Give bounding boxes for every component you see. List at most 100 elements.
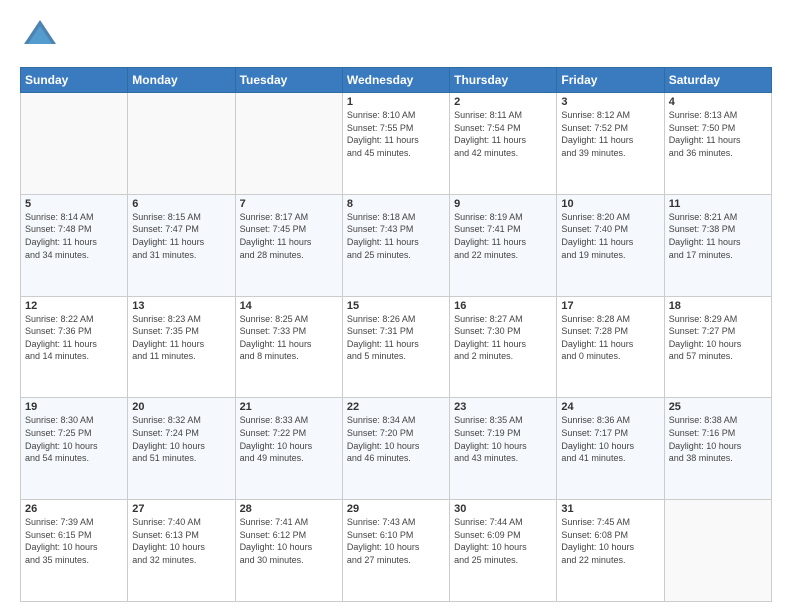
calendar-day-header: Sunday bbox=[21, 68, 128, 93]
day-number: 17 bbox=[561, 300, 659, 312]
day-number: 10 bbox=[561, 198, 659, 210]
day-number: 1 bbox=[347, 96, 445, 108]
calendar-cell: 31Sunrise: 7:45 AM Sunset: 6:08 PM Dayli… bbox=[557, 500, 664, 602]
calendar-cell: 20Sunrise: 8:32 AM Sunset: 7:24 PM Dayli… bbox=[128, 398, 235, 500]
day-info: Sunrise: 8:25 AM Sunset: 7:33 PM Dayligh… bbox=[240, 313, 338, 363]
calendar-cell: 9Sunrise: 8:19 AM Sunset: 7:41 PM Daylig… bbox=[450, 194, 557, 296]
day-number: 5 bbox=[25, 198, 123, 210]
calendar-cell: 16Sunrise: 8:27 AM Sunset: 7:30 PM Dayli… bbox=[450, 296, 557, 398]
calendar-cell: 5Sunrise: 8:14 AM Sunset: 7:48 PM Daylig… bbox=[21, 194, 128, 296]
day-info: Sunrise: 8:38 AM Sunset: 7:16 PM Dayligh… bbox=[669, 414, 767, 464]
calendar-cell: 6Sunrise: 8:15 AM Sunset: 7:47 PM Daylig… bbox=[128, 194, 235, 296]
day-number: 13 bbox=[132, 300, 230, 312]
page: SundayMondayTuesdayWednesdayThursdayFrid… bbox=[0, 0, 792, 612]
day-info: Sunrise: 7:39 AM Sunset: 6:15 PM Dayligh… bbox=[25, 516, 123, 566]
calendar-cell: 1Sunrise: 8:10 AM Sunset: 7:55 PM Daylig… bbox=[342, 93, 449, 195]
day-number: 27 bbox=[132, 503, 230, 515]
day-number: 22 bbox=[347, 401, 445, 413]
day-number: 18 bbox=[669, 300, 767, 312]
day-info: Sunrise: 8:33 AM Sunset: 7:22 PM Dayligh… bbox=[240, 414, 338, 464]
calendar-cell: 17Sunrise: 8:28 AM Sunset: 7:28 PM Dayli… bbox=[557, 296, 664, 398]
logo-icon bbox=[22, 16, 58, 57]
calendar-day-header: Thursday bbox=[450, 68, 557, 93]
day-number: 9 bbox=[454, 198, 552, 210]
day-info: Sunrise: 8:14 AM Sunset: 7:48 PM Dayligh… bbox=[25, 211, 123, 261]
day-info: Sunrise: 7:41 AM Sunset: 6:12 PM Dayligh… bbox=[240, 516, 338, 566]
calendar-day-header: Tuesday bbox=[235, 68, 342, 93]
calendar-cell: 4Sunrise: 8:13 AM Sunset: 7:50 PM Daylig… bbox=[664, 93, 771, 195]
calendar-cell: 28Sunrise: 7:41 AM Sunset: 6:12 PM Dayli… bbox=[235, 500, 342, 602]
calendar-week-row: 1Sunrise: 8:10 AM Sunset: 7:55 PM Daylig… bbox=[21, 93, 772, 195]
day-info: Sunrise: 8:12 AM Sunset: 7:52 PM Dayligh… bbox=[561, 109, 659, 159]
day-info: Sunrise: 8:34 AM Sunset: 7:20 PM Dayligh… bbox=[347, 414, 445, 464]
day-number: 7 bbox=[240, 198, 338, 210]
calendar-cell: 22Sunrise: 8:34 AM Sunset: 7:20 PM Dayli… bbox=[342, 398, 449, 500]
calendar-cell: 29Sunrise: 7:43 AM Sunset: 6:10 PM Dayli… bbox=[342, 500, 449, 602]
day-number: 6 bbox=[132, 198, 230, 210]
calendar-cell bbox=[21, 93, 128, 195]
day-info: Sunrise: 8:23 AM Sunset: 7:35 PM Dayligh… bbox=[132, 313, 230, 363]
calendar-cell: 8Sunrise: 8:18 AM Sunset: 7:43 PM Daylig… bbox=[342, 194, 449, 296]
calendar-cell: 11Sunrise: 8:21 AM Sunset: 7:38 PM Dayli… bbox=[664, 194, 771, 296]
day-number: 11 bbox=[669, 198, 767, 210]
calendar-cell: 27Sunrise: 7:40 AM Sunset: 6:13 PM Dayli… bbox=[128, 500, 235, 602]
calendar-day-header: Saturday bbox=[664, 68, 771, 93]
day-info: Sunrise: 8:18 AM Sunset: 7:43 PM Dayligh… bbox=[347, 211, 445, 261]
day-number: 21 bbox=[240, 401, 338, 413]
calendar-cell: 14Sunrise: 8:25 AM Sunset: 7:33 PM Dayli… bbox=[235, 296, 342, 398]
day-number: 19 bbox=[25, 401, 123, 413]
day-number: 26 bbox=[25, 503, 123, 515]
calendar-cell: 26Sunrise: 7:39 AM Sunset: 6:15 PM Dayli… bbox=[21, 500, 128, 602]
day-info: Sunrise: 7:44 AM Sunset: 6:09 PM Dayligh… bbox=[454, 516, 552, 566]
day-number: 2 bbox=[454, 96, 552, 108]
calendar-cell: 12Sunrise: 8:22 AM Sunset: 7:36 PM Dayli… bbox=[21, 296, 128, 398]
calendar-day-header: Friday bbox=[557, 68, 664, 93]
day-info: Sunrise: 8:35 AM Sunset: 7:19 PM Dayligh… bbox=[454, 414, 552, 464]
day-info: Sunrise: 8:19 AM Sunset: 7:41 PM Dayligh… bbox=[454, 211, 552, 261]
day-info: Sunrise: 8:30 AM Sunset: 7:25 PM Dayligh… bbox=[25, 414, 123, 464]
calendar-cell: 18Sunrise: 8:29 AM Sunset: 7:27 PM Dayli… bbox=[664, 296, 771, 398]
calendar-cell: 7Sunrise: 8:17 AM Sunset: 7:45 PM Daylig… bbox=[235, 194, 342, 296]
day-number: 24 bbox=[561, 401, 659, 413]
day-info: Sunrise: 8:11 AM Sunset: 7:54 PM Dayligh… bbox=[454, 109, 552, 159]
day-number: 12 bbox=[25, 300, 123, 312]
day-info: Sunrise: 8:26 AM Sunset: 7:31 PM Dayligh… bbox=[347, 313, 445, 363]
day-info: Sunrise: 8:32 AM Sunset: 7:24 PM Dayligh… bbox=[132, 414, 230, 464]
calendar-cell: 2Sunrise: 8:11 AM Sunset: 7:54 PM Daylig… bbox=[450, 93, 557, 195]
calendar-cell bbox=[235, 93, 342, 195]
day-info: Sunrise: 8:10 AM Sunset: 7:55 PM Dayligh… bbox=[347, 109, 445, 159]
calendar-cell: 19Sunrise: 8:30 AM Sunset: 7:25 PM Dayli… bbox=[21, 398, 128, 500]
day-number: 29 bbox=[347, 503, 445, 515]
day-info: Sunrise: 8:20 AM Sunset: 7:40 PM Dayligh… bbox=[561, 211, 659, 261]
day-info: Sunrise: 7:43 AM Sunset: 6:10 PM Dayligh… bbox=[347, 516, 445, 566]
day-info: Sunrise: 8:22 AM Sunset: 7:36 PM Dayligh… bbox=[25, 313, 123, 363]
day-info: Sunrise: 7:45 AM Sunset: 6:08 PM Dayligh… bbox=[561, 516, 659, 566]
day-info: Sunrise: 8:36 AM Sunset: 7:17 PM Dayligh… bbox=[561, 414, 659, 464]
calendar-cell: 13Sunrise: 8:23 AM Sunset: 7:35 PM Dayli… bbox=[128, 296, 235, 398]
day-number: 8 bbox=[347, 198, 445, 210]
logo bbox=[20, 16, 64, 57]
day-number: 4 bbox=[669, 96, 767, 108]
calendar-day-header: Wednesday bbox=[342, 68, 449, 93]
calendar-cell: 30Sunrise: 7:44 AM Sunset: 6:09 PM Dayli… bbox=[450, 500, 557, 602]
day-number: 30 bbox=[454, 503, 552, 515]
calendar-cell bbox=[664, 500, 771, 602]
calendar-cell: 21Sunrise: 8:33 AM Sunset: 7:22 PM Dayli… bbox=[235, 398, 342, 500]
day-number: 23 bbox=[454, 401, 552, 413]
calendar-week-row: 26Sunrise: 7:39 AM Sunset: 6:15 PM Dayli… bbox=[21, 500, 772, 602]
day-info: Sunrise: 8:27 AM Sunset: 7:30 PM Dayligh… bbox=[454, 313, 552, 363]
calendar-week-row: 19Sunrise: 8:30 AM Sunset: 7:25 PM Dayli… bbox=[21, 398, 772, 500]
day-number: 3 bbox=[561, 96, 659, 108]
day-info: Sunrise: 8:21 AM Sunset: 7:38 PM Dayligh… bbox=[669, 211, 767, 261]
calendar-cell: 3Sunrise: 8:12 AM Sunset: 7:52 PM Daylig… bbox=[557, 93, 664, 195]
day-number: 14 bbox=[240, 300, 338, 312]
day-info: Sunrise: 8:17 AM Sunset: 7:45 PM Dayligh… bbox=[240, 211, 338, 261]
day-info: Sunrise: 8:28 AM Sunset: 7:28 PM Dayligh… bbox=[561, 313, 659, 363]
day-info: Sunrise: 8:29 AM Sunset: 7:27 PM Dayligh… bbox=[669, 313, 767, 363]
day-number: 20 bbox=[132, 401, 230, 413]
day-number: 15 bbox=[347, 300, 445, 312]
calendar-week-row: 12Sunrise: 8:22 AM Sunset: 7:36 PM Dayli… bbox=[21, 296, 772, 398]
calendar-week-row: 5Sunrise: 8:14 AM Sunset: 7:48 PM Daylig… bbox=[21, 194, 772, 296]
calendar-cell: 15Sunrise: 8:26 AM Sunset: 7:31 PM Dayli… bbox=[342, 296, 449, 398]
day-number: 25 bbox=[669, 401, 767, 413]
